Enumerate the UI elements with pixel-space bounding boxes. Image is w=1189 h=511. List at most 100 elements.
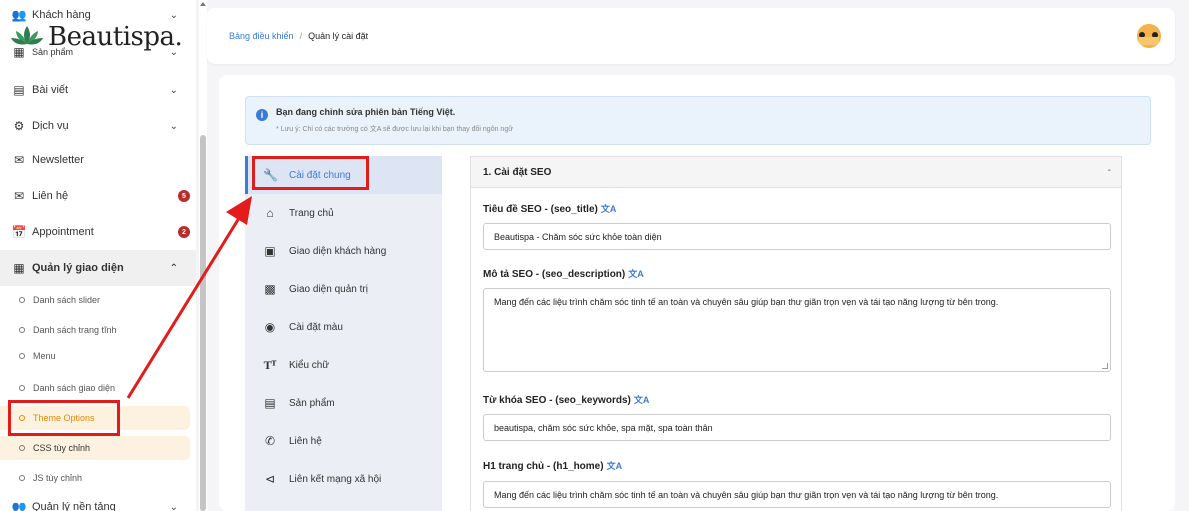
tab-label: Liên hệ xyxy=(289,435,322,447)
sub-item-label: Danh sách slider xyxy=(33,295,101,305)
seo-description-textarea[interactable]: Mang đến các liệu trình chăm sóc tinh tế… xyxy=(483,288,1111,372)
breadcrumb-dashboard-link[interactable]: Bảng điều khiển xyxy=(229,31,294,41)
seo-title-input[interactable]: Beautispa - Chăm sóc sức khỏe toàn diện xyxy=(483,223,1111,250)
mail-icon: ✉ xyxy=(13,189,25,203)
tab-social-links[interactable]: ⊲ Liên kết mạng xã hội xyxy=(245,460,442,498)
annotation-highlight-box xyxy=(8,400,120,436)
sidebar-item-contact[interactable]: ✉ Liên hệ 5 xyxy=(0,178,196,214)
chevron-down-icon: ⌄ xyxy=(169,501,178,511)
seo-description-label: Mô tả SEO - (seo_description) 文A xyxy=(483,267,644,280)
scroll-thumb[interactable] xyxy=(200,135,206,511)
sub-item-theme-list[interactable]: Danh sách giao diện xyxy=(0,376,190,400)
sidebar-item-label: Quản lý giao diện xyxy=(32,262,124,274)
tab-label: Cài đặt màu xyxy=(289,321,343,333)
language-notice: i Bạn đang chỉnh sửa phiên bản Tiếng Việ… xyxy=(245,96,1151,145)
circle-icon xyxy=(19,475,25,481)
sidebar-item-services[interactable]: ⚙ Dịch vụ ⌄ xyxy=(0,108,196,144)
translate-icon: 文A xyxy=(633,395,650,405)
tab-admin-ui[interactable]: ▩ Giao diện quản trị xyxy=(245,270,442,308)
textarea-value: Mang đến các liệu trình chăm sóc tinh tế… xyxy=(494,297,999,307)
sub-item-custom-css[interactable]: CSS tùy chỉnh xyxy=(0,436,190,460)
settings-tabs: 🔧 Cài đặt chung ⌂ Trang chủ ▣ Giao diện … xyxy=(245,156,442,511)
sidebar-item-label: Newsletter xyxy=(32,154,84,166)
sidebar-scrollbar[interactable] xyxy=(199,0,207,511)
chevron-up-icon: ⌃ xyxy=(169,262,178,274)
breadcrumb-separator: / xyxy=(299,31,303,41)
tab-label: Kiểu chữ xyxy=(289,359,330,371)
tab-typography[interactable]: Tᵀ Kiểu chữ xyxy=(245,346,442,384)
count-badge: 5 xyxy=(178,190,190,202)
annotation-highlight-box xyxy=(252,156,369,190)
field-label-text: Từ khóa SEO - (seo_keywords) xyxy=(483,395,631,406)
translate-icon: 文A xyxy=(628,269,644,279)
sub-item-menu[interactable]: Menu xyxy=(0,344,190,368)
chevron-down-icon: ⌄ xyxy=(169,46,178,58)
info-icon: i xyxy=(256,109,268,121)
seo-keywords-input[interactable]: beautispa, chăm sóc sức khỏe, spa mặt, s… xyxy=(483,414,1111,441)
sidebar-item-label: Quản lý nền tảng xyxy=(32,501,116,511)
tab-color-settings[interactable]: ◉ Cài đặt màu xyxy=(245,308,442,346)
circle-icon xyxy=(19,385,25,391)
h1-home-input[interactable]: Mang đến các liệu trình chăm sóc tinh tế… xyxy=(483,481,1111,508)
sidebar-item-appointment[interactable]: 📅 Appointment 2 xyxy=(0,214,196,250)
panel-title: 1. Cài đặt SEO xyxy=(483,167,552,178)
share-icon: ⊲ xyxy=(264,472,276,486)
sidebar-item-label: Bài viết xyxy=(32,84,69,96)
tab-contact[interactable]: ✆ Liên hệ xyxy=(245,422,442,460)
resize-handle[interactable] xyxy=(1102,363,1108,369)
breadcrumb-current: Quản lý cài đặt xyxy=(308,31,369,41)
grid-icon: ▦ xyxy=(13,261,25,275)
sidebar-item-products[interactable]: ▦ Sản phẩm ⌄ xyxy=(0,40,196,64)
users-icon: 👥 xyxy=(11,8,27,22)
field-label-text: H1 trang chủ - (h1_home) xyxy=(483,461,604,472)
sub-item-slider-list[interactable]: Danh sách slider xyxy=(0,288,190,312)
phone-icon: ✆ xyxy=(264,434,276,448)
circle-icon xyxy=(19,353,25,359)
home-icon: ⌂ xyxy=(266,206,274,220)
sidebar-item-articles[interactable]: ▤ Bài viết ⌄ xyxy=(0,72,196,108)
platform-icon: 👥 xyxy=(11,500,27,511)
sub-item-static-pages[interactable]: Danh sách trang tĩnh xyxy=(0,318,190,342)
chevron-down-icon: ⌄ xyxy=(169,84,178,96)
tab-label: Trang chủ xyxy=(289,207,334,219)
sidebar-item-newsletter[interactable]: ✉ Newsletter xyxy=(0,142,196,178)
services-icon: ⚙ xyxy=(13,119,25,133)
scroll-up-icon[interactable] xyxy=(200,2,206,6)
h1-home-label: H1 trang chủ - (h1_home) 文A xyxy=(483,459,622,472)
sub-item-label: Menu xyxy=(33,351,56,361)
collapse-toggle[interactable]: - xyxy=(1108,165,1111,176)
sidebar-item-theme-management[interactable]: ▦ Quản lý giao diện ⌃ xyxy=(0,250,196,286)
seo-settings-panel: 1. Cài đặt SEO - Tiêu đề SEO - (seo_titl… xyxy=(470,156,1122,511)
sub-item-label: JS tùy chỉnh xyxy=(33,473,83,483)
breadcrumb: Bảng điều khiển / Quản lý cài đặt xyxy=(229,31,368,41)
sidebar-item-label: Sản phẩm xyxy=(32,47,74,57)
box-icon: ▤ xyxy=(264,396,276,410)
circle-icon xyxy=(19,297,25,303)
sidebar-item-label: Appointment xyxy=(32,226,94,238)
notice-title: Bạn đang chỉnh sửa phiên bản Tiếng Việt. xyxy=(276,107,456,117)
products-icon: ▦ xyxy=(13,45,25,59)
field-label-text: Tiêu đề SEO - (seo_title) xyxy=(483,204,598,215)
tab-customer-ui[interactable]: ▣ Giao diện khách hàng xyxy=(245,232,442,270)
sidebar-item-label: Liên hệ xyxy=(32,190,69,202)
count-badge: 2 xyxy=(178,226,190,238)
tab-home[interactable]: ⌂ Trang chủ xyxy=(245,194,442,232)
avatar-face-icon xyxy=(1137,24,1161,48)
field-label-text: Mô tả SEO - (seo_description) xyxy=(483,269,626,280)
tab-label: Giao diện khách hàng xyxy=(289,245,387,257)
sub-item-custom-js[interactable]: JS tùy chỉnh xyxy=(0,466,190,490)
font-icon: Tᵀ xyxy=(263,357,277,372)
chevron-down-icon: ⌄ xyxy=(169,9,178,21)
tab-label: Giao diện quản trị xyxy=(289,283,368,295)
avatar[interactable] xyxy=(1137,24,1161,48)
mail-icon: ✉ xyxy=(13,153,25,167)
sidebar-item-label: Dịch vụ xyxy=(32,120,69,132)
sidebar-item-platform[interactable]: 👥 Quản lý nền tảng ⌄ xyxy=(0,495,196,511)
dashboard-icon: ▩ xyxy=(264,282,276,296)
circle-icon xyxy=(19,327,25,333)
tab-products[interactable]: ▤ Sản phẩm xyxy=(245,384,442,422)
chevron-down-icon: ⌄ xyxy=(169,120,178,132)
seo-title-label: Tiêu đề SEO - (seo_title) 文A xyxy=(483,202,616,215)
tab-label: Sản phẩm xyxy=(289,397,335,409)
panel-header[interactable]: 1. Cài đặt SEO - xyxy=(471,157,1121,188)
